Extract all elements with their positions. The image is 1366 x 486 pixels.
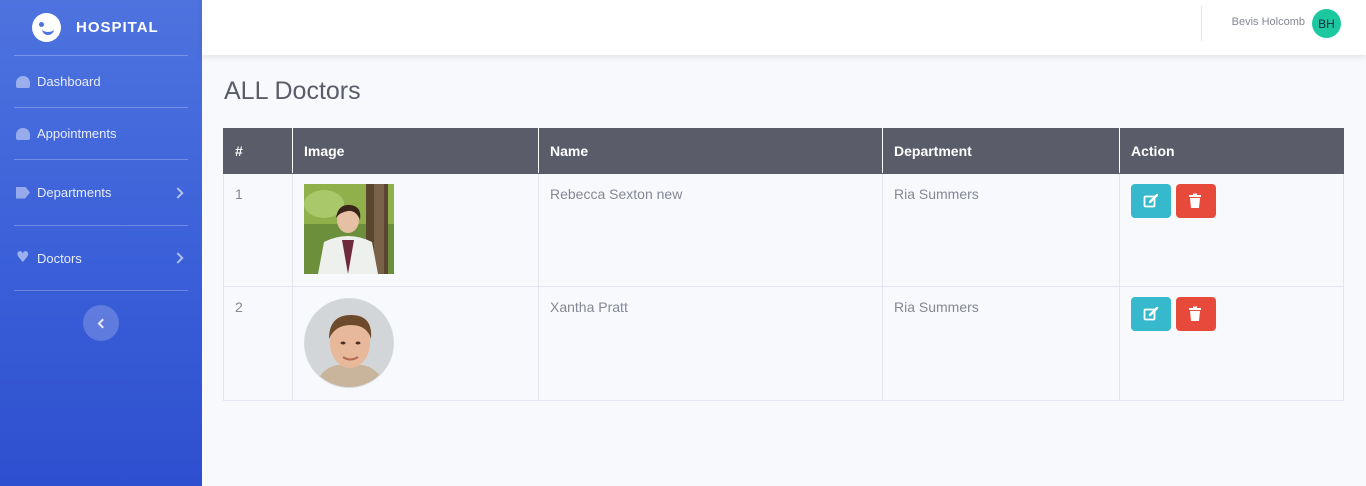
row-index: 2 [223,286,293,401]
table-header-row: # Image Name Department Action [223,128,1344,174]
edit-button[interactable] [1131,297,1171,331]
row-image-cell [292,173,539,287]
sidebar: HOSPITAL Dashboard Appointments Departme… [0,0,202,486]
delete-button[interactable] [1175,297,1216,331]
sidebar-item-label: Doctors [37,250,82,266]
edit-button[interactable] [1131,184,1171,218]
sidebar-toggle-button[interactable] [83,305,119,341]
tachometer-icon [16,127,30,140]
topbar-divider [1201,6,1202,41]
row-image-cell [292,286,539,401]
sidebar-item-label: Departments [37,185,112,200]
row-actions [1119,173,1344,287]
row-actions [1119,286,1344,401]
trash-icon [1188,193,1201,208]
sidebar-item-doctors[interactable]: Doctors [0,226,202,290]
user-name[interactable]: Bevis Holcomb [1232,16,1305,28]
edit-icon [1143,193,1159,208]
row-department: Ria Summers [882,286,1120,401]
brand[interactable]: HOSPITAL [0,0,202,55]
sidebar-item-departments[interactable]: Departments [0,160,202,225]
row-department: Ria Summers [882,173,1120,287]
edit-icon [1143,306,1159,321]
column-header-index: # [223,128,293,174]
avatar[interactable]: BH [1312,9,1341,38]
brand-name: HOSPITAL [76,19,159,36]
chevron-right-icon [172,186,184,199]
doctor-photo [304,298,394,388]
laugh-wink-icon [32,13,61,42]
sidebar-item-appointments[interactable]: Appointments [0,108,202,159]
doctors-table: # Image Name Department Action 1 Rebecca… [223,128,1344,401]
column-header-action: Action [1119,128,1344,174]
row-name: Rebecca Sexton new [538,173,883,287]
chevron-right-icon [172,252,184,264]
table-row: 2 Xantha Pratt Ria Summers [223,286,1344,401]
column-header-department: Department [882,128,1120,174]
sidebar-item-dashboard[interactable]: Dashboard [0,56,202,107]
heart-icon [16,248,30,266]
topbar: Bevis Holcomb BH [202,0,1366,55]
page-title: ALL Doctors [224,77,361,105]
delete-button[interactable] [1175,184,1216,218]
row-name: Xantha Pratt [538,286,883,401]
tachometer-icon [16,75,30,88]
tags-icon [16,186,30,199]
table-row: 1 Rebecca Sexton new Ria Summers [223,173,1344,287]
sidebar-item-label: Dashboard [37,74,101,89]
column-header-image: Image [292,128,539,174]
row-index: 1 [223,173,293,287]
column-header-name: Name [538,128,883,174]
doctor-photo [304,184,394,274]
trash-icon [1188,306,1201,321]
sidebar-divider [14,290,188,291]
sidebar-item-label: Appointments [37,126,117,141]
